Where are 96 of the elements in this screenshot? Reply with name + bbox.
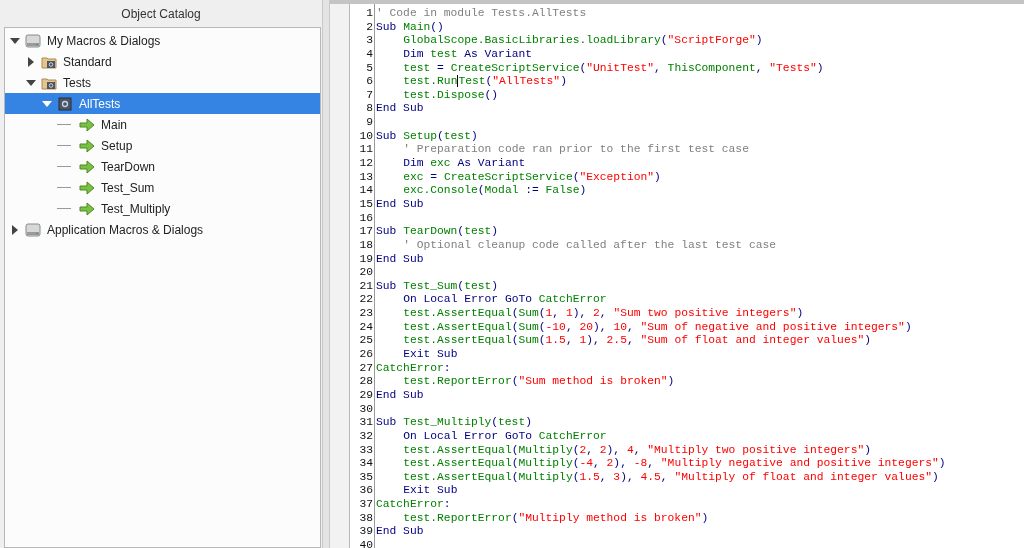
tree-item[interactable]: Test_Multiply — [5, 198, 320, 219]
code-editor[interactable] — [330, 0, 1024, 548]
line-number: 19 — [359, 252, 373, 265]
line-number: 13 — [359, 170, 373, 183]
line-number: 2 — [366, 20, 373, 33]
line-number: 29 — [359, 388, 373, 401]
line-number: 24 — [359, 320, 373, 333]
code-line: Sub TearDown(test) — [376, 225, 499, 239]
tree-item[interactable]: Main — [5, 114, 320, 135]
code-line: End Sub — [376, 197, 424, 212]
code-line: End Sub — [376, 252, 424, 267]
code-line: exc.Console(Modal := False) — [402, 184, 587, 198]
line-number: 3 — [366, 34, 373, 47]
code-line: Exit Sub — [402, 348, 458, 362]
line-number: 27 — [359, 361, 373, 374]
code-line: CatchError: — [376, 498, 451, 512]
line-number: 20 — [359, 266, 373, 279]
code-line: ' Preparation code ran prior to the first test case — [402, 143, 749, 158]
code-line: test.ReportError("Sum method is broken") — [402, 375, 675, 389]
line-number: 11 — [359, 143, 373, 156]
tree-item[interactable]: Setup — [5, 135, 320, 156]
code-line: test.ReportError("Multiply method is broken") — [402, 511, 709, 526]
code-line: test.AssertEqual(Sum(1.5, 1), 2.5, "Sum of float and integer values") — [402, 334, 871, 349]
line-number: 7 — [366, 88, 373, 101]
code-line: Sub Test_Sum(test) — [376, 279, 499, 294]
line-number: 16 — [359, 211, 373, 224]
line-number: 14 — [359, 184, 373, 197]
line-number: 21 — [359, 279, 373, 292]
code-line: test.AssertEqual(Multiply(2, 2), 4, "Multiply two positive integers") — [402, 443, 871, 458]
code-line: Sub Setup(test) — [376, 129, 478, 144]
code-line: End Sub — [376, 102, 424, 117]
line-number: 34 — [359, 457, 373, 470]
code-line: test = CreateScriptService("UnitTest", ThisComponent, "Tests") — [402, 61, 824, 76]
line-number: 26 — [359, 348, 373, 360]
line-number: 31 — [359, 416, 373, 429]
code-line: test.AssertEqual(Multiply(-4, 2), -8, "Multiply negative and positive integers") — [402, 457, 946, 471]
code-line: Dim test As Variant — [402, 47, 532, 62]
drive-icon — [25, 221, 41, 238]
line-number: 12 — [359, 157, 373, 170]
code-line: Sub Main() — [376, 20, 444, 35]
code-line: test.Dispose() — [402, 88, 499, 103]
tree-item[interactable]: Application Macros & Dialogs — [5, 219, 320, 240]
code-line: End Sub — [376, 388, 424, 403]
arrow-icon — [79, 179, 95, 196]
code-line: test.AssertEqual(Sum(1, 1), 2, "Sum two positive integers") — [402, 307, 804, 321]
breakpoint-margin[interactable] — [330, 4, 350, 548]
tree-item[interactable]: Tests — [5, 72, 320, 93]
code-line: test.AssertEqual(Multiply(1.5, 3), 4.5, "Multiply of float and integer values") — [402, 470, 939, 485]
code-line: GlobalScope.BasicLibraries.loadLibrary("ScriptForge") — [402, 34, 763, 48]
line-number: 38 — [359, 511, 373, 524]
drive-icon — [25, 32, 41, 49]
line-number: 39 — [359, 525, 373, 538]
tree-item[interactable]: Standard — [5, 51, 320, 72]
code-line: CatchError: — [376, 361, 451, 376]
line-number: 32 — [359, 429, 373, 442]
line-number: 6 — [366, 75, 373, 88]
line-number: 35 — [359, 470, 373, 483]
arrow-icon — [79, 137, 95, 154]
arrow-icon — [79, 116, 95, 133]
line-number: 8 — [366, 102, 373, 115]
line-number: 9 — [366, 116, 373, 129]
line-number: 33 — [359, 443, 373, 456]
line-number: 25 — [359, 334, 373, 347]
code-line: Exit Sub — [402, 484, 458, 499]
tree-item[interactable]: AllTests — [5, 93, 320, 114]
line-number: 22 — [359, 293, 373, 306]
code-line: Dim exc As Variant — [402, 157, 526, 171]
code-line: exc = CreateScriptService("Exception") — [402, 170, 661, 185]
line-number: 28 — [359, 375, 373, 388]
line-number: 5 — [366, 61, 373, 74]
line-number: 10 — [359, 129, 373, 142]
arrow-icon — [79, 158, 95, 175]
line-number: 37 — [359, 498, 373, 511]
code-line: ' Code in module Tests.AllTests — [376, 7, 587, 21]
line-number: 40 — [359, 539, 373, 548]
code-line: On Local Error GoTo CatchError — [402, 429, 607, 444]
line-number: 15 — [359, 197, 373, 210]
tree-item[interactable]: Test_Sum — [5, 177, 320, 198]
line-number: 36 — [359, 484, 373, 497]
tree-item[interactable]: TearDown — [5, 156, 320, 177]
line-number: 17 — [359, 225, 373, 238]
arrow-icon — [79, 200, 95, 217]
line-number: 4 — [366, 47, 373, 60]
code-line: test.AssertEqual(Sum(-10, 20), 10, "Sum of negative and positive integers") — [402, 320, 912, 335]
line-number: 18 — [359, 238, 373, 251]
code-line: Sub Test_Multiply(test) — [376, 416, 532, 430]
line-number: 1 — [366, 7, 373, 19]
gear-module-icon — [57, 95, 73, 112]
line-number: 23 — [359, 307, 373, 320]
code-line: On Local Error GoTo CatchError — [402, 293, 607, 308]
code-line: ' Optional cleanup code called after the last test case — [402, 238, 777, 253]
code-line: End Sub — [376, 525, 424, 539]
panel-title: Object Catalog — [120, 5, 202, 23]
line-number: 30 — [359, 402, 373, 415]
tree-item[interactable]: My Macros & Dialogs — [5, 30, 320, 51]
code-line: test.RunTest("AllTests") — [402, 75, 567, 89]
